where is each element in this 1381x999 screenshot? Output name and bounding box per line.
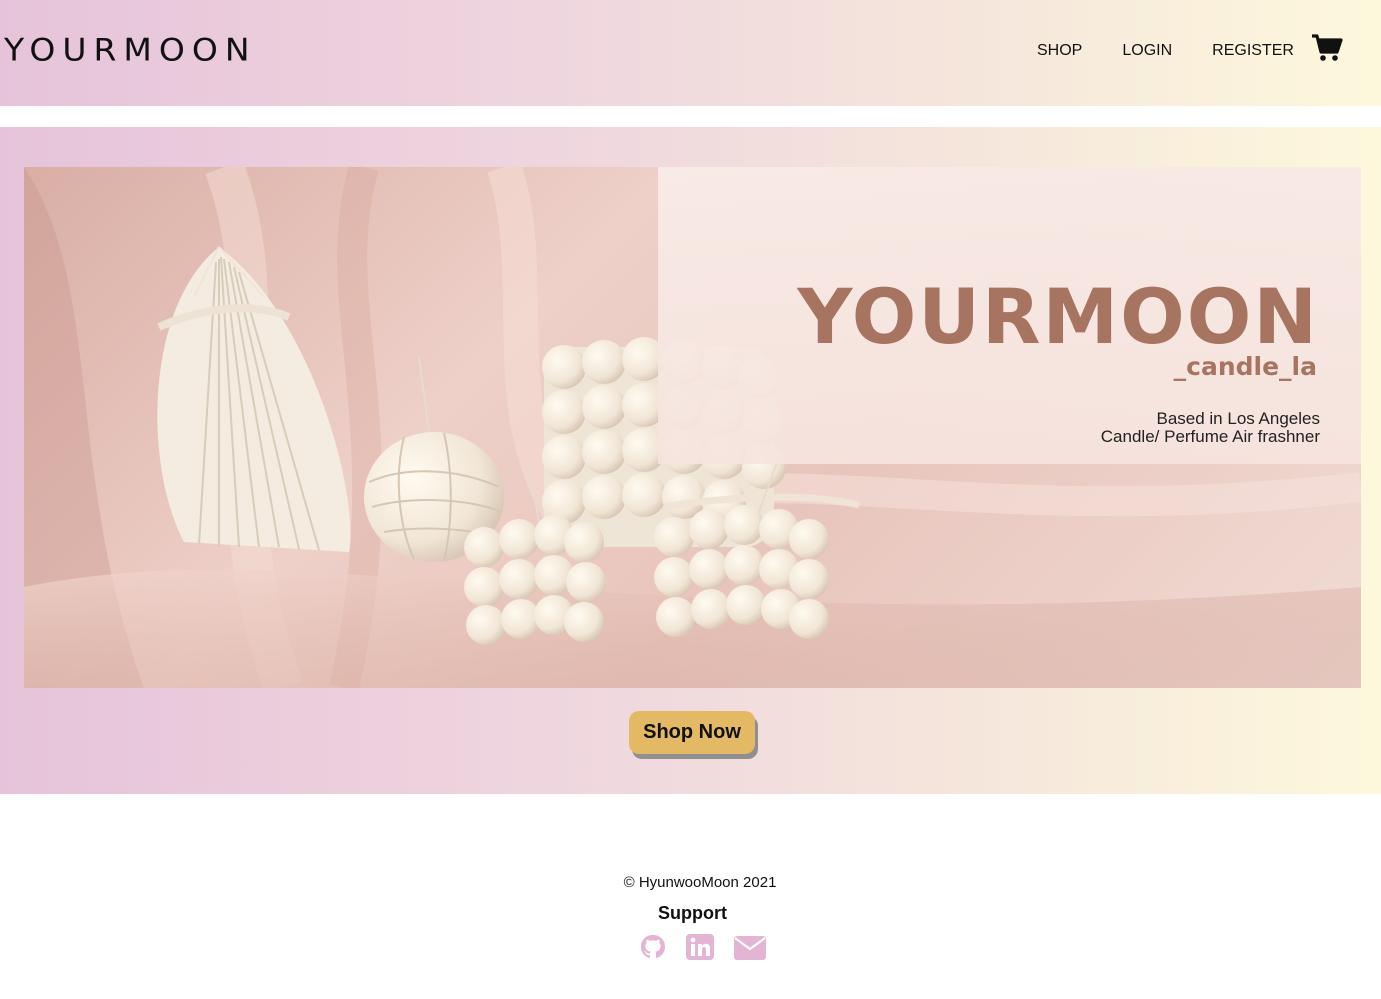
shopping-cart-icon[interactable] <box>1311 33 1343 63</box>
nav-link-register[interactable]: REGISTER <box>1212 42 1294 60</box>
nav-links: SHOP LOGIN REGISTER <box>1037 42 1334 60</box>
email-icon[interactable] <box>733 933 767 966</box>
navbar: YOURMOON SHOP LOGIN REGISTER <box>0 0 1381 106</box>
banner-title: YOURMOON <box>797 272 1319 361</box>
banner-products: Candle/ Perfume Air frashner <box>1100 427 1320 446</box>
hero-banner: YOURMOON _candle_la Based in Los Angeles… <box>24 167 1361 688</box>
banner-subtitle: _candle_la <box>1173 352 1317 381</box>
copyright-text: © HyunwooMoon 2021 <box>623 874 777 891</box>
support-label: Support <box>658 903 727 923</box>
shop-now-button[interactable]: Shop Now <box>629 711 755 754</box>
nav-link-shop[interactable]: SHOP <box>1037 42 1082 60</box>
nav-link-login[interactable]: LOGIN <box>1122 42 1172 60</box>
hero-section: YOURMOON _candle_la Based in Los Angeles… <box>0 127 1381 794</box>
social-icons <box>639 933 785 966</box>
linkedin-icon[interactable] <box>685 933 715 966</box>
banner-location: Based in Los Angeles <box>1156 409 1320 428</box>
github-icon[interactable] <box>639 933 667 966</box>
brand-logo[interactable]: YOURMOON <box>4 31 257 68</box>
